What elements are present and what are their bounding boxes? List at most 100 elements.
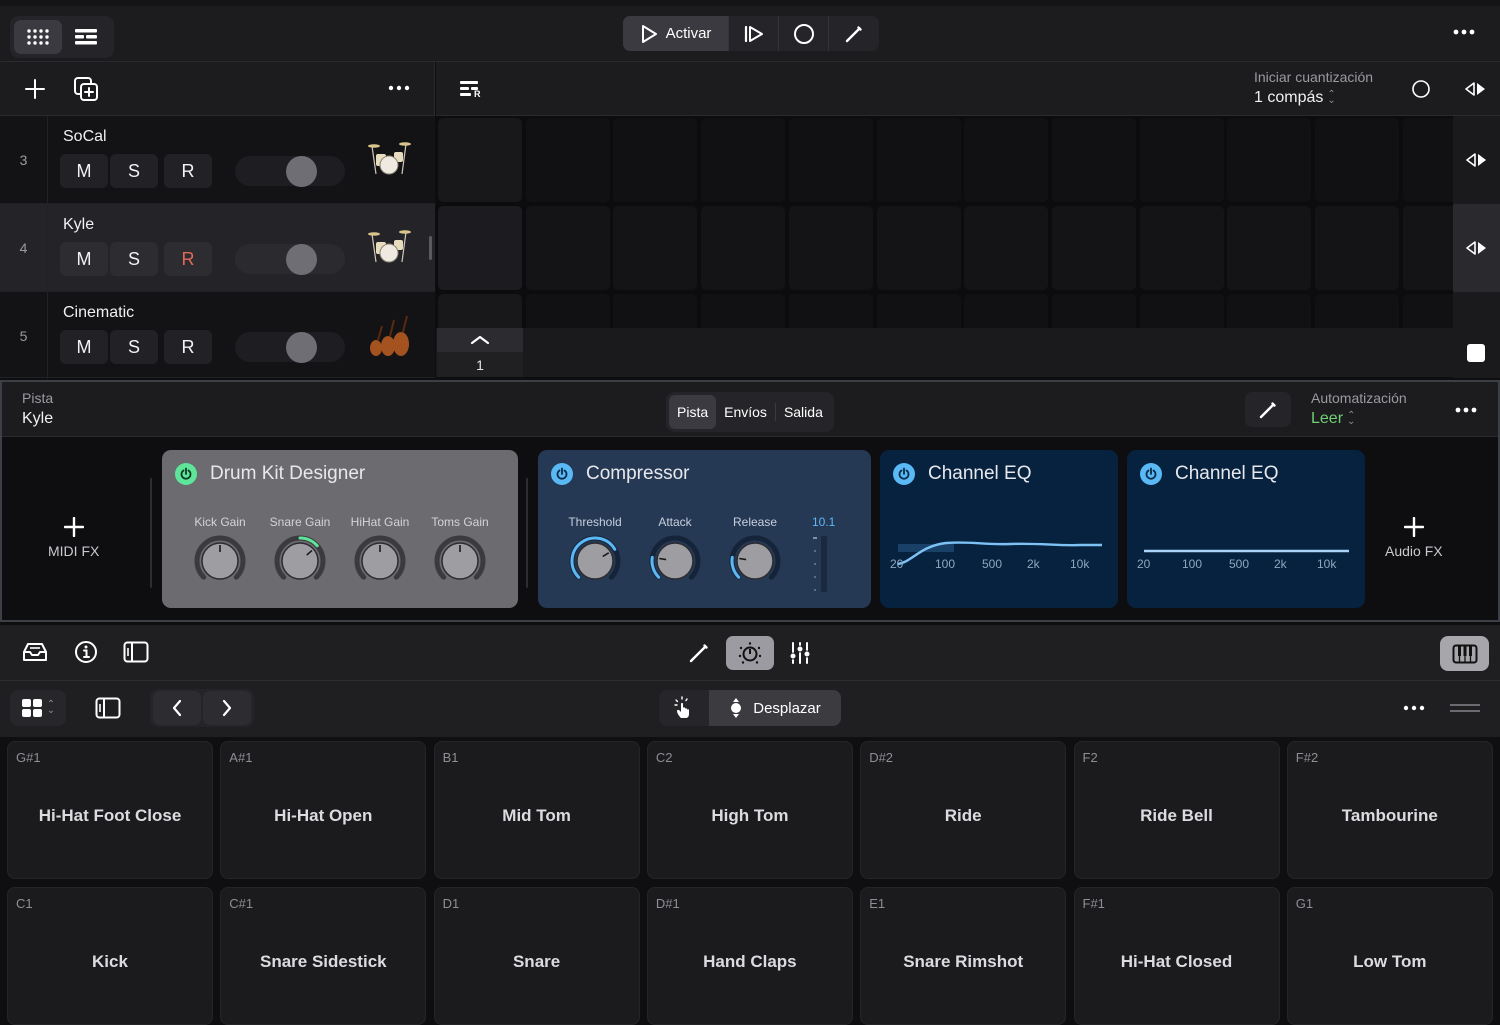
volume-slider[interactable]: [235, 244, 345, 275]
keyboard-toggle-button[interactable]: [1440, 636, 1489, 671]
clip-slot[interactable]: [1051, 118, 1136, 202]
library-button[interactable]: [22, 641, 48, 663]
track-3-arrow-button[interactable]: [1453, 116, 1500, 204]
clip-slot[interactable]: [1402, 118, 1453, 202]
stop-all-button[interactable]: [1467, 344, 1485, 362]
clip-slot[interactable]: [438, 118, 522, 202]
automation-mode-select[interactable]: Leer ⌃ ⌄: [1311, 410, 1355, 428]
clip-slot[interactable]: [1315, 206, 1399, 290]
track-4-arrow-button[interactable]: [1453, 204, 1500, 292]
channel-eq-plugin[interactable]: Channel EQ 20 100 500 2k 10k: [880, 450, 1118, 608]
pencil-tool-button[interactable]: [688, 642, 710, 664]
pad-layout-select[interactable]: ⌃ ⌄: [10, 690, 66, 726]
clip-slot[interactable]: [1402, 206, 1453, 290]
drum-pad[interactable]: D1 Snare: [433, 887, 640, 1025]
scroll-mode-button[interactable]: Desplazar: [709, 690, 841, 726]
clip-slot[interactable]: [1315, 118, 1399, 202]
tab-envios[interactable]: Envíos: [716, 395, 775, 429]
clip-slot[interactable]: [438, 206, 522, 290]
quantize-select[interactable]: 1 compás ⌃ ⌄: [1254, 89, 1336, 107]
clip-slot[interactable]: [701, 206, 786, 290]
channel-eq-plugin[interactable]: Channel EQ 20 100 500 2k 10k: [1127, 450, 1365, 608]
power-button[interactable]: [893, 463, 915, 485]
top-more-button[interactable]: [1452, 28, 1476, 36]
tracks-view-button[interactable]: [62, 20, 110, 54]
clip-slot[interactable]: [1051, 206, 1136, 290]
drum-pad[interactable]: G#1 Hi-Hat Foot Close: [7, 741, 213, 879]
clip-slot[interactable]: [964, 118, 1049, 202]
info-button[interactable]: [74, 640, 98, 664]
add-midi-fx-button[interactable]: MIDI FX: [48, 517, 99, 559]
tab-pista[interactable]: Pista: [669, 395, 717, 429]
clip-slot[interactable]: [788, 118, 873, 202]
track-row[interactable]: 5 Cinematic M S R: [0, 292, 435, 379]
duplicate-track-button[interactable]: [73, 76, 99, 102]
play-from-start-button[interactable]: [729, 16, 779, 51]
clip-slot[interactable]: [613, 206, 698, 290]
scene-trigger[interactable]: 1: [437, 328, 523, 377]
mixer-tool-button[interactable]: [789, 641, 811, 665]
tracks-more-button[interactable]: [388, 84, 410, 92]
solo-button[interactable]: S: [110, 242, 158, 276]
power-button[interactable]: [551, 463, 573, 485]
attack-knob[interactable]: [648, 534, 702, 588]
drum-pad[interactable]: B1 Mid Tom: [433, 741, 640, 879]
solo-button[interactable]: S: [110, 154, 158, 188]
scene-list-button[interactable]: R: [459, 80, 483, 98]
add-audio-fx-button[interactable]: Audio FX: [1385, 517, 1443, 559]
clip-slot[interactable]: [1139, 118, 1224, 202]
drum-pad[interactable]: F2 Ride Bell: [1073, 741, 1280, 879]
track-row-selected[interactable]: 4 Kyle M S R: [0, 204, 435, 292]
snare-gain-knob[interactable]: [273, 534, 327, 588]
hihat-gain-knob[interactable]: [353, 534, 407, 588]
drum-pad[interactable]: G1 Low Tom: [1286, 887, 1493, 1025]
resize-handle[interactable]: [1449, 703, 1481, 713]
add-track-button[interactable]: [24, 78, 46, 100]
track-row[interactable]: 3 SoCal M S R: [0, 116, 435, 204]
power-button[interactable]: [1140, 463, 1162, 485]
release-knob[interactable]: [728, 534, 782, 588]
play-mode-button[interactable]: [659, 690, 709, 726]
drum-pad[interactable]: C#1 Snare Sidestick: [220, 887, 427, 1025]
clip-slot[interactable]: [525, 118, 610, 202]
volume-thumb[interactable]: [286, 332, 318, 363]
automation-edit-button[interactable]: [1245, 392, 1291, 427]
drum-pad[interactable]: F#2 Tambourine: [1286, 741, 1493, 879]
volume-thumb[interactable]: [286, 156, 318, 187]
clip-slot[interactable]: [876, 118, 961, 202]
previous-bank-button[interactable]: [153, 691, 201, 725]
drum-kit-designer-plugin[interactable]: Drum Kit Designer Kick Gain Snare Gain H…: [162, 450, 518, 608]
drum-pad[interactable]: D#1 Hand Claps: [646, 887, 853, 1025]
mute-button[interactable]: M: [60, 154, 108, 188]
clip-slot[interactable]: [1139, 206, 1224, 290]
volume-slider[interactable]: [235, 332, 345, 363]
mute-button[interactable]: M: [60, 242, 108, 276]
drum-pad[interactable]: D#2 Ride: [860, 741, 1067, 879]
tab-salida[interactable]: Salida: [776, 395, 831, 429]
edit-button[interactable]: [829, 16, 879, 51]
drum-pad[interactable]: A#1 Hi-Hat Open: [220, 741, 427, 879]
clip-slot[interactable]: [525, 206, 610, 290]
toms-gain-knob[interactable]: [433, 534, 487, 588]
metronome-count-in-button[interactable]: [1411, 79, 1431, 99]
clip-slot[interactable]: [964, 206, 1049, 290]
clip-slot[interactable]: [701, 118, 786, 202]
clip-slot[interactable]: [788, 206, 873, 290]
volume-slider[interactable]: [235, 156, 345, 187]
grid-view-button[interactable]: [14, 20, 62, 54]
clip-slot[interactable]: [613, 118, 698, 202]
drum-pad[interactable]: C2 High Tom: [646, 741, 853, 879]
compressor-plugin[interactable]: Compressor Threshold Attack Release 10.1: [538, 450, 871, 608]
play-button[interactable]: Activar: [623, 16, 729, 51]
drum-pad[interactable]: F#1 Hi-Hat Closed: [1073, 887, 1280, 1025]
power-button[interactable]: [175, 463, 197, 485]
inspector-toggle-button[interactable]: [123, 641, 149, 663]
pad-sidebar-toggle-button[interactable]: [95, 697, 121, 719]
drum-pad[interactable]: C1 Kick: [7, 887, 213, 1025]
mute-button[interactable]: M: [60, 330, 108, 364]
record-arm-button[interactable]: R: [164, 330, 212, 364]
track-list-scrollbar[interactable]: [429, 236, 432, 260]
threshold-knob[interactable]: [568, 534, 622, 588]
inspector-more-button[interactable]: [1454, 406, 1478, 414]
kick-gain-knob[interactable]: [193, 534, 247, 588]
